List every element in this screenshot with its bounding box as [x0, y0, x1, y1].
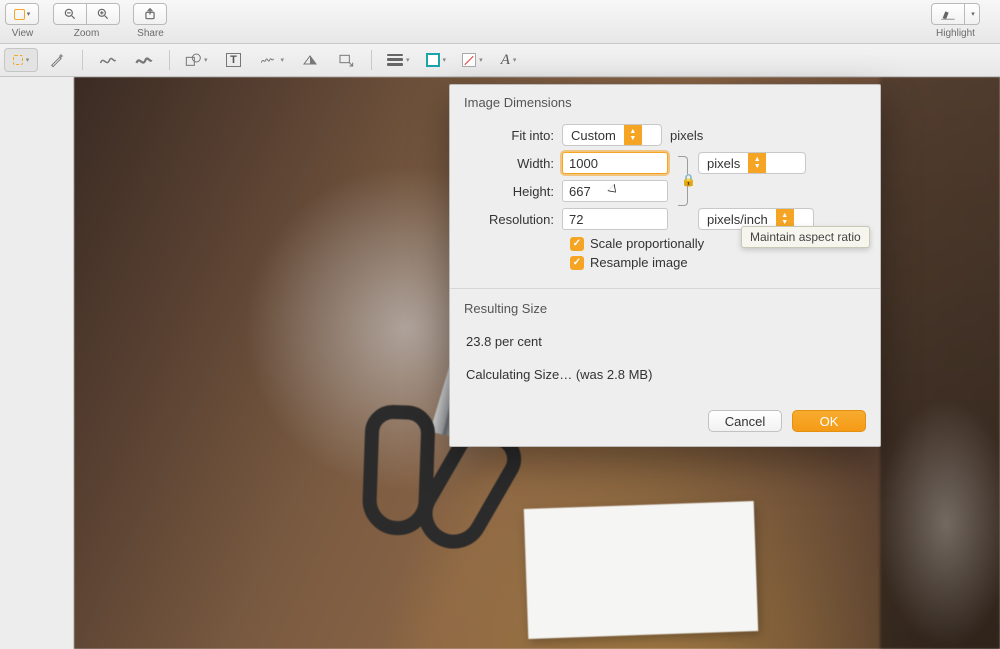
line-weight-icon: [387, 54, 403, 66]
zoom-out-icon: [63, 7, 77, 21]
image-decor: [880, 77, 1000, 649]
selection-icon: [13, 55, 23, 65]
share-label: Share: [137, 28, 164, 39]
separator: [82, 50, 83, 70]
chevron-down-icon: ▾: [204, 56, 208, 64]
resulting-percent: 23.8 per cent: [466, 334, 864, 349]
height-label: Height:: [466, 184, 562, 199]
chevron-down-icon: ▾: [513, 56, 517, 64]
wh-unit-value: pixels: [699, 156, 748, 171]
chevron-down-icon: ▾: [406, 56, 410, 64]
dialog-footer: Cancel OK: [450, 402, 880, 446]
width-label: Width:: [466, 156, 562, 171]
border-color-button[interactable]: ▾: [419, 48, 454, 72]
fit-into-unit: pixels: [670, 128, 703, 143]
fit-into-row: Fit into: Custom ▲▼ pixels: [466, 124, 864, 146]
fit-into-value: Custom: [563, 128, 624, 143]
adjust-color-button[interactable]: [293, 48, 327, 72]
image-decor: [524, 501, 758, 639]
scale-proportionally-label: Scale proportionally: [590, 236, 704, 251]
resolution-unit-value: pixels/inch: [699, 212, 776, 227]
instant-alpha-button[interactable]: [40, 48, 74, 72]
wh-unit-select[interactable]: pixels ▲▼: [698, 152, 806, 174]
resulting-size-area: 23.8 per cent Calculating Size… (was 2.8…: [450, 320, 880, 402]
highlight-label: Highlight: [936, 28, 975, 39]
resolution-label: Resolution:: [466, 212, 562, 227]
view-label: View: [12, 28, 34, 39]
width-row: Width: pixels ▲▼: [466, 152, 864, 174]
shapes-button[interactable]: ▾: [178, 48, 215, 72]
zoom-in-button[interactable]: [86, 3, 120, 25]
image-dimensions-dialog: Image Dimensions Fit into: Custom ▲▼ pix…: [449, 84, 881, 447]
ok-button[interactable]: OK: [792, 410, 866, 432]
chevron-down-icon: ▾: [26, 56, 30, 64]
resample-image-row[interactable]: ✓ Resample image: [570, 255, 864, 270]
resample-image-label: Resample image: [590, 255, 688, 270]
width-input[interactable]: [562, 152, 668, 174]
text-tool-button[interactable]: T: [217, 48, 251, 72]
border-color-icon: [426, 53, 440, 67]
font-style-button[interactable]: A ▾: [492, 48, 526, 72]
fill-color-icon: [462, 53, 476, 67]
separator: [169, 50, 170, 70]
fit-into-label: Fit into:: [466, 128, 562, 143]
markup-toolbar: ▾ ▾ T ▾ ▾ ▾ ▾ A ▾: [0, 44, 1000, 77]
resulting-calc: Calculating Size… (was 2.8 MB): [466, 367, 864, 382]
separator: [371, 50, 372, 70]
main-toolbar: ▾ View Zoom Share ▾: [0, 0, 1000, 44]
cancel-button[interactable]: Cancel: [708, 410, 782, 432]
stepper-arrows-icon: ▲▼: [624, 125, 642, 145]
shapes-icon: [185, 53, 201, 67]
zoom-group: Zoom: [53, 3, 120, 39]
draw-icon: [135, 53, 153, 67]
view-button[interactable]: ▾: [5, 3, 39, 25]
zoom-in-icon: [96, 7, 110, 21]
share-button[interactable]: [133, 3, 167, 25]
resolution-input[interactable]: [562, 208, 668, 230]
font-icon: A: [501, 52, 510, 69]
stepper-arrows-icon: ▲▼: [748, 153, 766, 173]
height-row: Height:: [466, 180, 864, 202]
magic-wand-icon: [49, 52, 65, 68]
checkbox-checked-icon: ✓: [570, 256, 584, 270]
adjust-size-button[interactable]: [329, 48, 363, 72]
section-title-resulting: Resulting Size: [450, 293, 880, 320]
zoom-out-button[interactable]: [53, 3, 87, 25]
share-icon: [143, 7, 157, 21]
sign-button[interactable]: ▾: [253, 48, 292, 72]
chevron-down-icon: ▾: [443, 56, 447, 64]
text-box-icon: T: [226, 53, 241, 67]
selection-tool-button[interactable]: ▾: [4, 48, 38, 72]
fit-into-select[interactable]: Custom ▲▼: [562, 124, 662, 146]
sketch-tool-button[interactable]: [91, 48, 125, 72]
highlighter-icon: [940, 7, 956, 21]
adjust-size-icon: [338, 53, 354, 67]
signature-icon: [260, 53, 278, 67]
divider: [450, 288, 880, 289]
highlight-group: ▾ Highlight: [931, 3, 980, 39]
chevron-down-icon: ▾: [281, 56, 285, 64]
fill-color-button[interactable]: ▾: [455, 48, 490, 72]
sketch-icon: [99, 53, 117, 67]
chevron-down-icon: ▾: [479, 56, 483, 64]
line-style-button[interactable]: ▾: [380, 48, 417, 72]
view-group: ▾ View: [6, 3, 39, 39]
adjust-color-icon: [302, 53, 318, 67]
zoom-label: Zoom: [74, 28, 100, 39]
checkbox-checked-icon: ✓: [570, 237, 584, 251]
share-group: Share: [134, 3, 167, 39]
chevron-down-icon: ▾: [27, 10, 31, 18]
thumbnails-icon: [14, 9, 25, 20]
highlight-button[interactable]: [931, 3, 965, 25]
section-title-dimensions: Image Dimensions: [450, 85, 880, 114]
highlight-menu-button[interactable]: ▾: [964, 3, 980, 25]
chevron-down-icon: ▾: [971, 10, 975, 18]
tooltip-aspect-ratio: Maintain aspect ratio: [741, 226, 870, 248]
draw-tool-button[interactable]: [127, 48, 161, 72]
